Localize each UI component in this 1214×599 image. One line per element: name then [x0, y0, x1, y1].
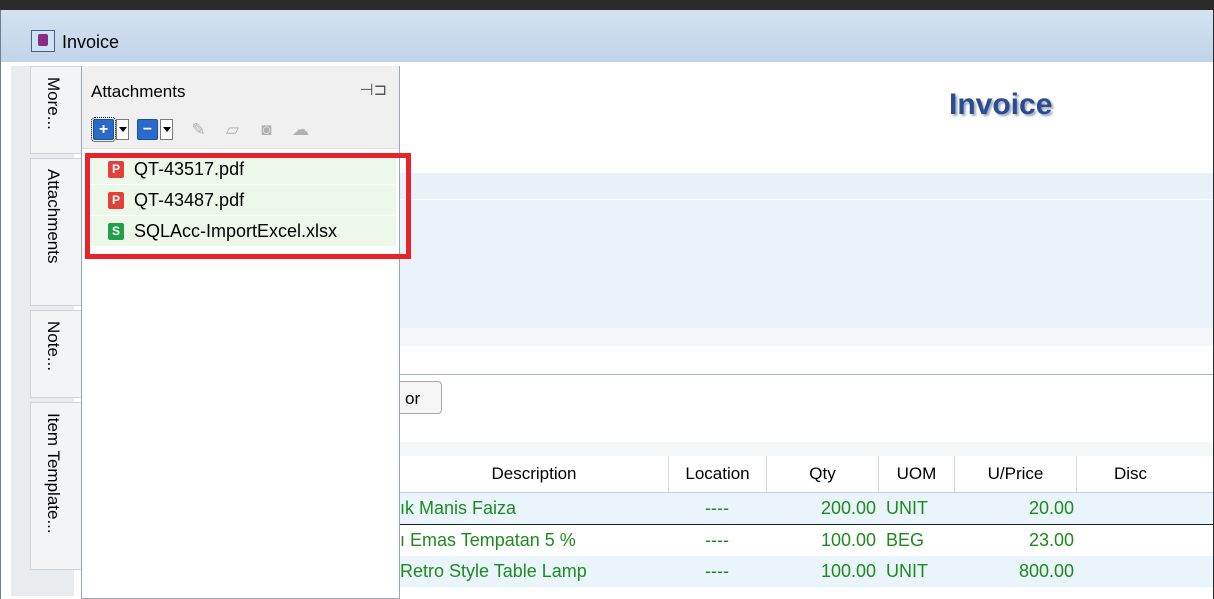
cell-location: ----	[705, 498, 729, 518]
col-location[interactable]: Location	[668, 456, 766, 492]
window-title: Invoice	[62, 32, 120, 52]
tab-more[interactable]: More...	[30, 66, 83, 154]
client-area: More... Attachments Note... Item Templat…	[1, 62, 1213, 599]
attachments-panel: Attachments ⊣⊐ + − ✎ ▱ ◙ ☁ P QT-43517.pd…	[81, 66, 400, 599]
col-qty[interactable]: Qty	[766, 456, 878, 492]
section-divider	[400, 374, 1213, 375]
edit-pencil-icon[interactable]: ✎	[188, 119, 209, 140]
attachments-toolbar: + − ✎ ▱ ◙ ☁	[82, 112, 399, 149]
cell-description: Retro Style Table Lamp	[400, 561, 587, 581]
cell-uom: UNIT	[886, 561, 928, 581]
tab-note[interactable]: Note...	[30, 310, 83, 398]
tab-note-label: Note...	[44, 321, 63, 372]
tab-attachments[interactable]: Attachments	[30, 158, 83, 306]
header-band	[400, 173, 1213, 199]
invoice-app-icon	[31, 30, 55, 52]
grid-spacer	[400, 442, 1213, 456]
cell-uprice: 20.00	[1028, 498, 1074, 518]
invoice-window: Invoice More... Attachments Note... Item…	[0, 10, 1213, 599]
cell-qty: 100.00	[820, 561, 876, 581]
partial-button-label: or	[405, 389, 421, 408]
col-disc[interactable]: Disc	[1076, 456, 1184, 492]
save-icon[interactable]: ◙	[256, 119, 277, 140]
cell-location: ----	[705, 530, 729, 550]
tab-attachments-label: Attachments	[44, 169, 63, 264]
remove-attachment-button[interactable]: −	[137, 119, 158, 140]
add-dropdown-button[interactable]	[116, 119, 129, 140]
tab-item-template[interactable]: Item Template...	[30, 402, 83, 570]
title-bar[interactable]: Invoice	[1, 10, 1213, 62]
cloud-upload-icon[interactable]: ☁	[290, 119, 311, 140]
invoice-form: Invoice or Description Location Qty UOM …	[400, 62, 1213, 599]
cell-disc	[1076, 556, 1184, 587]
pin-icon[interactable]: ⊣⊐	[360, 80, 387, 100]
add-attachment-button[interactable]: +	[91, 117, 116, 142]
attachments-header: Attachments ⊣⊐	[82, 66, 399, 112]
cell-uprice: 800.00	[1018, 561, 1074, 581]
cell-description: ık Manis Faiza	[400, 498, 517, 518]
cell-qty: 100.00	[820, 530, 876, 550]
remove-dropdown-button[interactable]	[160, 119, 173, 140]
tab-item-template-label: Item Template...	[44, 413, 63, 534]
form-title: Invoice	[949, 88, 1053, 121]
cell-description: ı Emas Tempatan 5 %	[400, 530, 576, 550]
col-uom[interactable]: UOM	[878, 456, 954, 492]
table-row[interactable]: ı Emas Tempatan 5 % ---- 100.00 BEG 23.0…	[400, 525, 1213, 556]
attachment-highlight-box	[85, 153, 411, 259]
customer-info-band	[400, 200, 1213, 328]
grid-header: Description Location Qty UOM U/Price Dis…	[400, 456, 1213, 493]
col-uprice[interactable]: U/Price	[954, 456, 1076, 492]
col-description[interactable]: Description	[400, 456, 668, 492]
cell-disc	[1076, 525, 1184, 556]
cell-uom: BEG	[886, 530, 925, 550]
open-folder-icon[interactable]: ▱	[222, 119, 243, 140]
info-band-footer	[400, 328, 1213, 346]
table-row[interactable]: ık Manis Faiza ---- 200.00 UNIT 20.00	[400, 493, 1213, 525]
cell-qty: 200.00	[820, 498, 876, 518]
cell-uom: UNIT	[886, 498, 928, 518]
table-row[interactable]: Retro Style Table Lamp ---- 100.00 UNIT …	[400, 556, 1213, 587]
side-tab-strip: More... Attachments Note... Item Templat…	[11, 66, 83, 596]
attachments-title: Attachments	[91, 82, 186, 101]
partial-button[interactable]: or	[400, 381, 442, 414]
tab-more-label: More...	[44, 77, 63, 130]
cell-disc	[1076, 493, 1184, 524]
cell-uprice: 23.00	[1028, 530, 1074, 550]
cell-location: ----	[705, 561, 729, 581]
